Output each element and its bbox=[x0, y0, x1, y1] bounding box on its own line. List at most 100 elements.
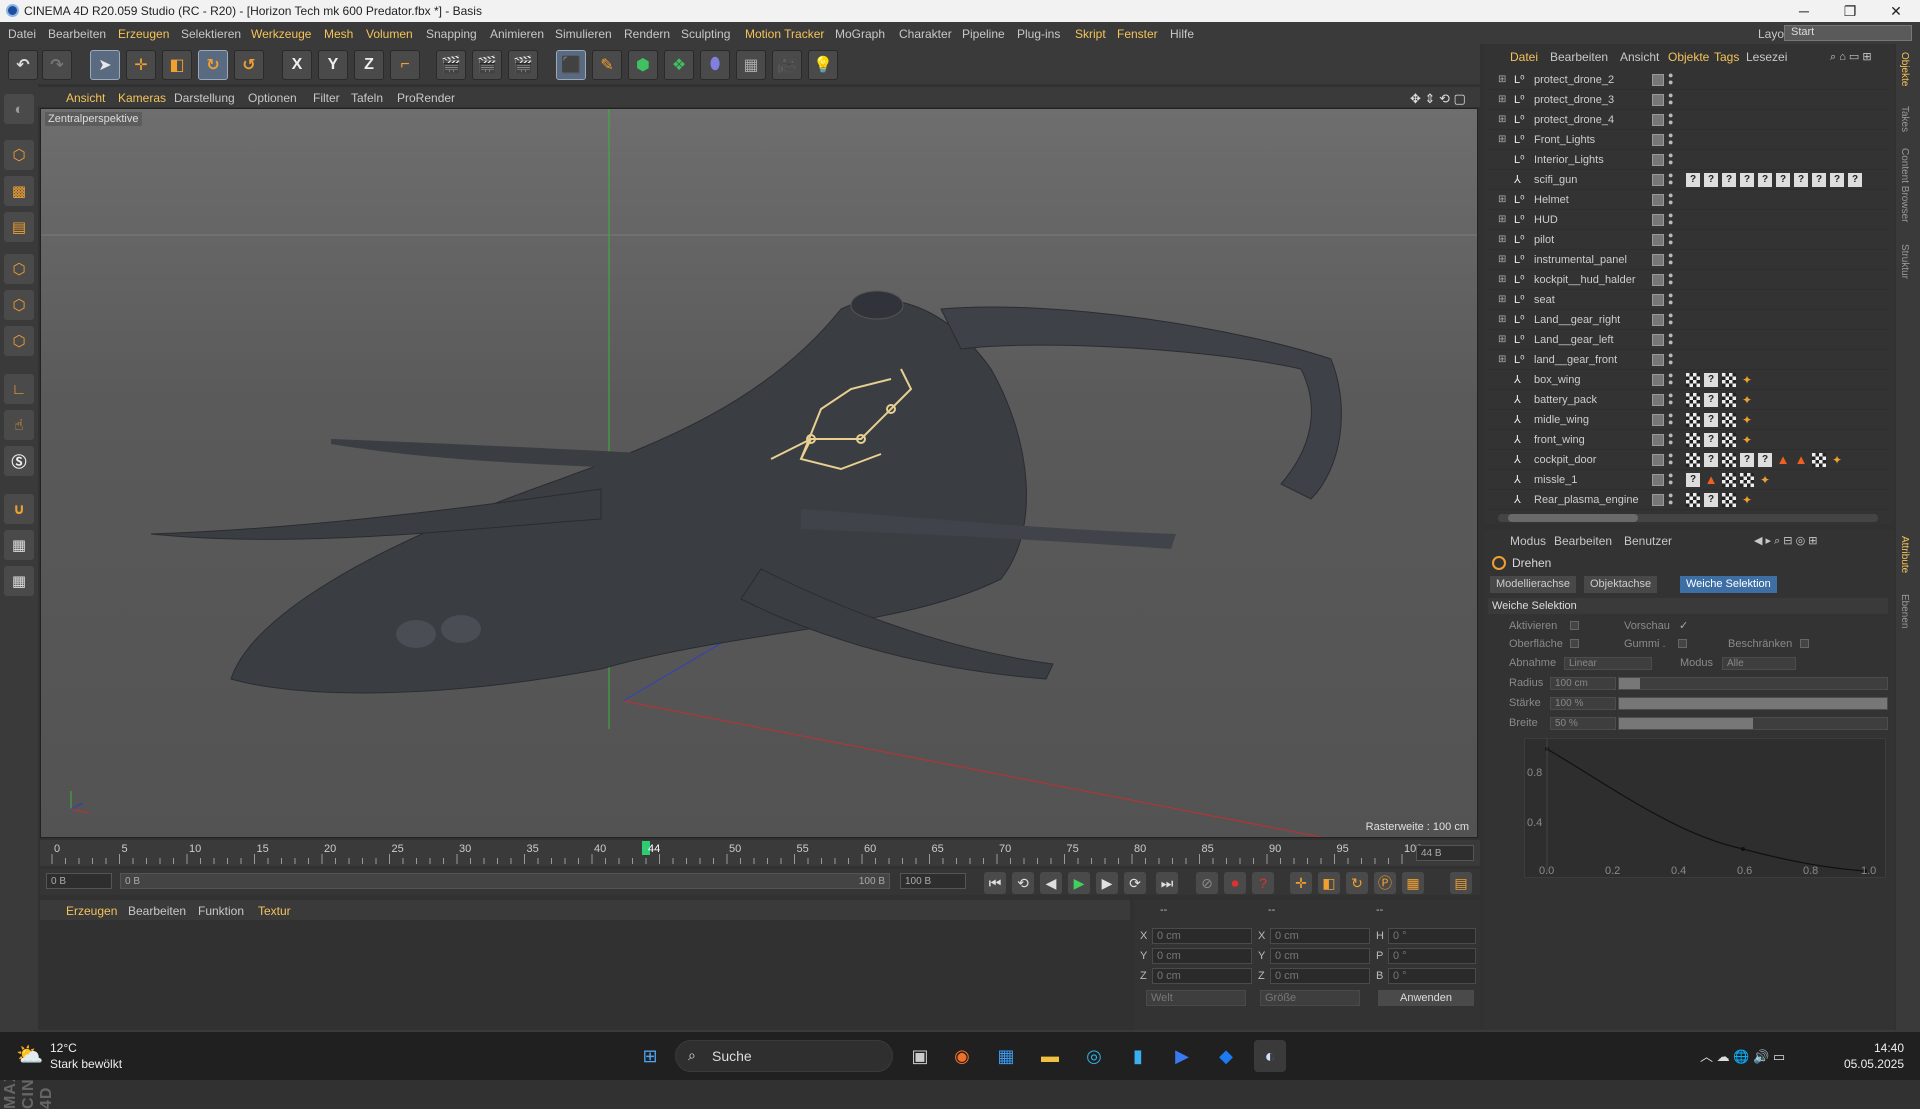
edit-render-toggle-icon[interactable] bbox=[1652, 234, 1664, 246]
material-tag-icon[interactable] bbox=[1722, 453, 1736, 467]
close-button[interactable]: ✕ bbox=[1873, 0, 1919, 22]
edit-render-toggle-icon[interactable] bbox=[1652, 394, 1664, 406]
timeline-ruler[interactable]: 0 5 10 15 20 25 30 35 40 44 50 55 60 65 70 75 80 85 90 95 10… bbox=[40, 840, 1480, 866]
visibility-dots-icon[interactable]: ● ● bbox=[1668, 291, 1673, 307]
tab-modellierachse[interactable]: Modellierachse bbox=[1490, 576, 1576, 593]
unknown-tag-icon[interactable]: ? bbox=[1758, 453, 1772, 467]
menu-item[interactable]: Pipeline bbox=[962, 27, 1005, 41]
object-name[interactable]: pilot bbox=[1534, 234, 1554, 246]
visibility-dots-icon[interactable]: ● ● bbox=[1668, 71, 1673, 87]
weather-desc[interactable]: Stark bewölkt bbox=[50, 1057, 122, 1071]
beschraenken-checkbox[interactable] bbox=[1800, 639, 1809, 648]
material-tag-icon[interactable] bbox=[1722, 373, 1736, 387]
unknown-tag-icon[interactable]: ? bbox=[1776, 173, 1790, 187]
deformer-icon[interactable]: ⬮ bbox=[700, 50, 730, 80]
material-menu-item[interactable]: Erzeugen bbox=[66, 904, 117, 918]
material-tag-icon[interactable] bbox=[1686, 433, 1700, 447]
position-x-field[interactable]: 0 cm bbox=[1152, 928, 1252, 944]
visibility-dots-icon[interactable]: ● ● bbox=[1668, 431, 1673, 447]
undo-icon[interactable]: ↶ bbox=[8, 50, 38, 80]
material-tag-icon[interactable] bbox=[1722, 413, 1736, 427]
viewport-menu-item[interactable]: Kameras bbox=[118, 91, 166, 105]
unknown-tag-icon[interactable]: ? bbox=[1704, 173, 1718, 187]
end-frame-field[interactable]: 100 B bbox=[900, 873, 966, 889]
menu-item[interactable]: Fenster bbox=[1117, 27, 1158, 41]
go-to-start-icon[interactable]: ⏮ bbox=[984, 872, 1006, 894]
menu-item[interactable]: Mesh bbox=[324, 27, 353, 41]
weather-temp[interactable]: 12°C bbox=[50, 1041, 77, 1055]
task-view-icon[interactable]: ▣ bbox=[904, 1040, 936, 1072]
menu-item[interactable]: Skript bbox=[1075, 27, 1106, 41]
key-parameter-icon[interactable]: Ⓟ bbox=[1374, 872, 1396, 894]
xpresso-tag-icon[interactable]: ✦ bbox=[1740, 413, 1754, 427]
model-mode-icon[interactable]: ⬡ bbox=[4, 140, 34, 170]
visibility-dots-icon[interactable]: ● ● bbox=[1668, 391, 1673, 407]
key-rotation-icon[interactable]: ↻ bbox=[1346, 872, 1368, 894]
visibility-dots-icon[interactable]: ● ● bbox=[1668, 451, 1673, 467]
unknown-tag-icon[interactable]: ? bbox=[1704, 393, 1718, 407]
object-row[interactable]: ⅄ Rear_plasma_engine ● ●? ✦ bbox=[1488, 490, 1888, 510]
breite-field[interactable]: 50 % bbox=[1550, 717, 1616, 730]
rotation-p-field[interactable]: 0 ° bbox=[1388, 948, 1476, 964]
texture-mode-icon[interactable]: ▩ bbox=[4, 176, 34, 206]
range-slider[interactable]: 0 B 100 B bbox=[120, 873, 890, 889]
falloff-graph[interactable]: 0.8 0.4 0.0 0.2 0.4 0.6 0.8 1.0 bbox=[1524, 738, 1886, 878]
unknown-tag-icon[interactable]: ? bbox=[1686, 473, 1700, 487]
expand-icon[interactable]: ⊞ bbox=[1498, 94, 1506, 105]
polygons-mode-icon[interactable]: ⬡ bbox=[4, 326, 34, 356]
material-tag-icon[interactable] bbox=[1722, 433, 1736, 447]
aktivieren-checkbox[interactable] bbox=[1570, 621, 1579, 630]
edit-render-toggle-icon[interactable] bbox=[1652, 314, 1664, 326]
tab-weiche-selektion[interactable]: Weiche Selektion bbox=[1680, 576, 1777, 593]
key-pla-icon[interactable]: ▦ bbox=[1402, 872, 1424, 894]
menu-item[interactable]: Werkzeuge bbox=[251, 27, 311, 41]
record-icon[interactable]: ⏺ bbox=[1224, 872, 1246, 894]
unknown-tag-icon[interactable]: ? bbox=[1704, 413, 1718, 427]
y-axis-lock-button[interactable]: Y bbox=[318, 50, 348, 80]
object-row[interactable]: ⊞ L⁰ kockpit__hud_halder ● ● bbox=[1488, 270, 1888, 290]
visibility-dots-icon[interactable]: ● ● bbox=[1668, 211, 1673, 227]
object-menu-item[interactable]: Bearbeiten bbox=[1550, 50, 1608, 64]
menu-item[interactable]: Volumen bbox=[366, 27, 413, 41]
edit-render-toggle-icon[interactable] bbox=[1652, 174, 1664, 186]
object-row[interactable]: ⅄ missle_1 ● ●? ▲ ✦ bbox=[1488, 470, 1888, 490]
material-menu-item[interactable]: Funktion bbox=[198, 904, 244, 918]
light-icon[interactable]: 💡 bbox=[808, 50, 838, 80]
material-tag-icon[interactable] bbox=[1722, 493, 1736, 507]
object-row[interactable]: ⊞ L⁰ protect_drone_3 ● ● bbox=[1488, 90, 1888, 110]
cloner-icon[interactable]: ❖ bbox=[664, 50, 694, 80]
object-name[interactable]: land__gear_front bbox=[1534, 354, 1617, 366]
windows-start-icon[interactable]: ⊞ bbox=[634, 1040, 666, 1072]
object-row[interactable]: ⅄ cockpit_door ● ●??? ▲ ▲ ✦ bbox=[1488, 450, 1888, 470]
size-y-field[interactable]: 0 cm bbox=[1270, 948, 1370, 964]
material-tag-icon[interactable] bbox=[1686, 453, 1700, 467]
object-menu-item[interactable]: Lesezei bbox=[1746, 50, 1787, 64]
snap-icon[interactable]: ∪ bbox=[4, 494, 34, 524]
edit-render-toggle-icon[interactable] bbox=[1652, 254, 1664, 266]
firefox-icon[interactable]: ◉ bbox=[946, 1040, 978, 1072]
unknown-tag-icon[interactable]: ? bbox=[1704, 493, 1718, 507]
edit-render-toggle-icon[interactable] bbox=[1652, 274, 1664, 286]
object-name[interactable]: seat bbox=[1534, 294, 1555, 306]
side-tab-takes[interactable]: Takes bbox=[1899, 106, 1910, 132]
grid-snap-icon[interactable]: ▦ bbox=[4, 566, 34, 596]
workplane-icon[interactable]: ▤ bbox=[4, 212, 34, 242]
material-menu-item[interactable]: Textur bbox=[258, 904, 291, 918]
object-row[interactable]: ⅄ battery_pack ● ●? ✦ bbox=[1488, 390, 1888, 410]
breite-slider[interactable] bbox=[1618, 717, 1888, 730]
object-name[interactable]: instrumental_panel bbox=[1534, 254, 1627, 266]
unknown-tag-icon[interactable]: ? bbox=[1704, 433, 1718, 447]
side-tab-ebenen[interactable]: Ebenen bbox=[1899, 594, 1910, 628]
visibility-dots-icon[interactable]: ● ● bbox=[1668, 151, 1673, 167]
unknown-tag-icon[interactable]: ? bbox=[1830, 173, 1844, 187]
attribute-nav-icons[interactable]: ◀ ▸ ⌕ ⊟ ◎ ⊞ bbox=[1754, 534, 1817, 548]
edit-render-toggle-icon[interactable] bbox=[1652, 334, 1664, 346]
edit-render-toggle-icon[interactable] bbox=[1652, 474, 1664, 486]
timeline-window-icon[interactable]: ▤ bbox=[1450, 872, 1472, 894]
object-name[interactable]: protect_drone_4 bbox=[1534, 114, 1614, 126]
viewport-menu-item[interactable]: Ansicht bbox=[66, 91, 105, 105]
weather-cloud-icon[interactable]: ⛅ bbox=[16, 1042, 43, 1068]
size-mode-select[interactable]: Größe bbox=[1260, 990, 1360, 1006]
menu-item[interactable]: MoGraph bbox=[835, 27, 885, 41]
object-name[interactable]: protect_drone_3 bbox=[1534, 94, 1614, 106]
